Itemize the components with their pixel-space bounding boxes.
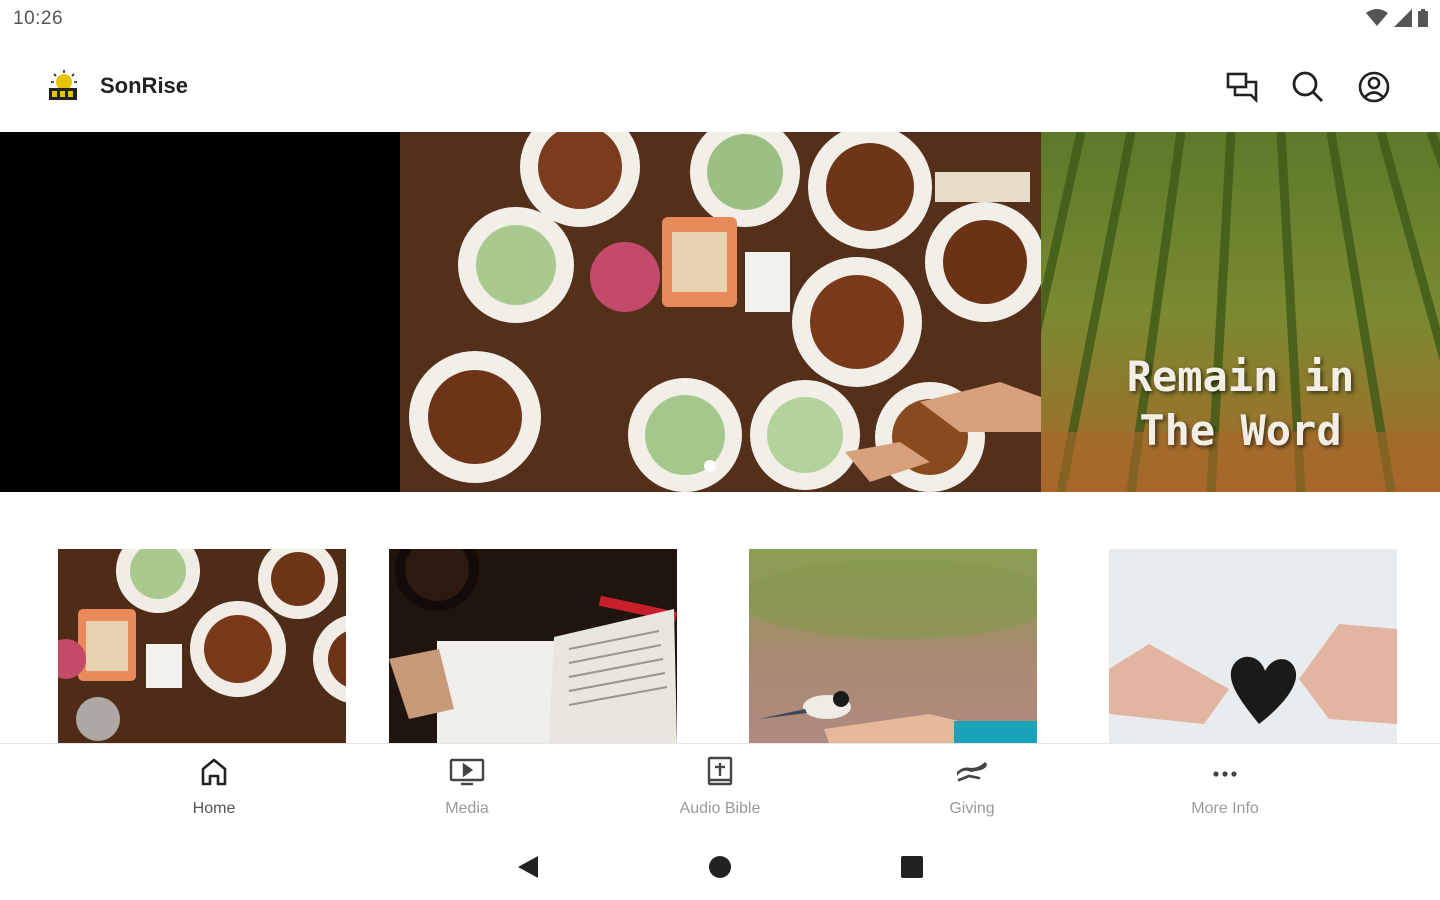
search-button[interactable] — [1286, 65, 1330, 109]
bible-notebook-thumbnail — [389, 549, 677, 743]
app-bar: SonRise — [0, 40, 1440, 132]
system-recents-button[interactable] — [896, 851, 928, 883]
nav-label-audio-bible: Audio Bible — [679, 800, 761, 817]
card-food-table[interactable] — [58, 549, 346, 743]
nav-item-home[interactable]: Home — [134, 756, 294, 818]
chat-button[interactable] — [1220, 65, 1264, 109]
cards-row — [0, 549, 1440, 743]
nav-item-media[interactable]: Media — [387, 756, 547, 818]
nav-label-more-info: More Info — [1191, 800, 1259, 817]
hero-slide-next[interactable]: Remain in The Word — [1041, 132, 1440, 492]
more-icon — [1213, 771, 1237, 777]
search-icon — [1292, 71, 1323, 102]
app-title: SonRise — [100, 73, 189, 98]
hero-carousel[interactable]: Remain in The Word — [0, 132, 1440, 492]
card-bird-hand[interactable] — [749, 549, 1037, 743]
signal-icon — [1394, 9, 1412, 27]
status-time: 10:26 — [13, 8, 64, 29]
media-icon — [449, 758, 485, 786]
account-icon — [1358, 71, 1390, 103]
bottom-navigation: Home Media Audio Bible Giving More Info — [0, 743, 1440, 834]
bible-icon — [707, 756, 733, 786]
system-home-button[interactable] — [704, 851, 736, 883]
back-icon — [518, 856, 538, 878]
carousel-dot-active[interactable] — [704, 460, 716, 472]
recents-icon — [901, 856, 923, 878]
account-button[interactable] — [1352, 65, 1396, 109]
sonrise-logo-icon — [49, 70, 77, 100]
home-icon — [201, 758, 227, 786]
hero-slide-previous[interactable] — [0, 132, 400, 492]
nav-label-media: Media — [445, 800, 489, 817]
bird-hand-thumbnail — [749, 549, 1037, 743]
nav-item-more-info[interactable]: More Info — [1145, 756, 1305, 818]
heart-hands-thumbnail — [1109, 549, 1397, 743]
hero-slide-current[interactable] — [400, 132, 1041, 492]
nav-item-giving[interactable]: Giving — [892, 756, 1052, 818]
giving-icon — [957, 762, 987, 782]
hero-caption-next: Remain in The Word — [1126, 352, 1355, 455]
food-table-image — [400, 132, 1041, 492]
status-bar: 10:26 — [0, 0, 1440, 40]
status-icons — [1366, 9, 1428, 27]
battery-icon — [1418, 9, 1428, 27]
header-actions — [1220, 65, 1396, 109]
home-circle-icon — [709, 856, 731, 878]
wifi-icon — [1366, 9, 1388, 26]
nav-label-home: Home — [192, 800, 236, 817]
nav-label-giving: Giving — [949, 800, 995, 817]
card-heart-hands[interactable] — [1109, 549, 1397, 743]
system-back-button[interactable] — [512, 851, 544, 883]
system-navigation-bar — [0, 833, 1440, 900]
chat-icon — [1226, 72, 1258, 103]
food-table-thumbnail — [58, 549, 346, 743]
card-bible-study[interactable] — [389, 549, 677, 743]
nav-item-audio-bible[interactable]: Audio Bible — [640, 756, 800, 818]
